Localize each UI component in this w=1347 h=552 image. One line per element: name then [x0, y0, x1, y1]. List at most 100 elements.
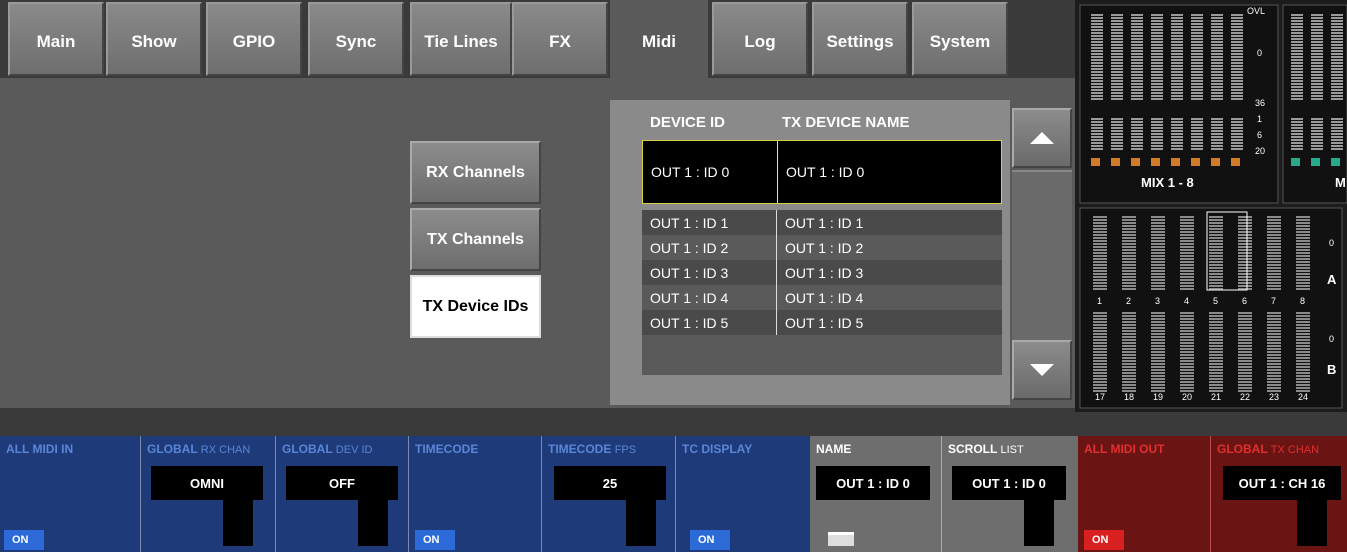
rx-channels-button[interactable]: RX Channels — [410, 141, 541, 204]
meter-segment — [1151, 255, 1165, 257]
tab-midi[interactable]: Midi — [610, 0, 708, 80]
meter-segment — [1331, 56, 1343, 58]
value-knob-stem[interactable] — [626, 500, 656, 546]
meter-segment — [1180, 312, 1194, 314]
meter-segment — [1131, 136, 1143, 138]
meter-segment — [1311, 83, 1323, 85]
meter-segment — [1238, 363, 1252, 365]
tx-channels-button[interactable]: TX Channels — [410, 208, 541, 271]
meter-segment — [1093, 273, 1107, 275]
channel-number: 24 — [1298, 392, 1309, 402]
meter-segment — [1093, 357, 1107, 359]
meter-segment — [1151, 89, 1163, 91]
table-row[interactable]: OUT 1 : ID 1 OUT 1 : ID 1 — [642, 210, 1002, 235]
tab-show[interactable]: Show — [106, 2, 202, 76]
meter-segment — [1122, 339, 1136, 341]
global-tx-chan-value[interactable]: OUT 1 : CH 16 — [1223, 466, 1341, 500]
value-knob-stem[interactable] — [1297, 500, 1327, 546]
meter-segment — [1311, 89, 1323, 91]
meter-segment — [1131, 139, 1143, 141]
meter-segment — [1151, 387, 1165, 389]
meter-segment — [1180, 228, 1194, 230]
timecode-fps-value[interactable]: 25 — [554, 466, 666, 500]
scroll-track[interactable] — [1012, 170, 1072, 340]
meter-segment — [1151, 139, 1163, 141]
scroll-list-value[interactable]: OUT 1 : ID 0 — [952, 466, 1066, 500]
table-row[interactable]: OUT 1 : ID 4 OUT 1 : ID 4 — [642, 285, 1002, 310]
table-row[interactable]: OUT 1 : ID 0 OUT 1 : ID 0 — [642, 140, 1002, 204]
meter-led — [1311, 158, 1320, 166]
meter-segment — [1171, 35, 1183, 37]
tab-gpio[interactable]: GPIO — [206, 2, 302, 76]
tab-main[interactable]: Main — [8, 2, 104, 76]
meter-segment — [1151, 270, 1165, 272]
tx-device-ids-button[interactable]: TX Device IDs — [410, 275, 541, 338]
channel-number: 21 — [1211, 392, 1222, 402]
tab-system[interactable]: System — [912, 2, 1008, 76]
scale-label: 20 — [1255, 146, 1266, 156]
meter-segment — [1180, 387, 1194, 389]
meter-segment — [1122, 276, 1136, 278]
meter-segment — [1122, 318, 1136, 320]
timecode-on-button[interactable]: ON — [415, 530, 455, 550]
global-rx-chan-value[interactable]: OMNI — [151, 466, 263, 500]
scroll-up-button[interactable] — [1012, 108, 1072, 168]
table-row[interactable]: OUT 1 : ID 3 OUT 1 : ID 3 — [642, 260, 1002, 285]
meter-segment — [1231, 14, 1243, 16]
meter-segment — [1331, 17, 1343, 19]
meter-segment — [1180, 315, 1194, 317]
meter-segment — [1191, 133, 1203, 135]
scroll-down-button[interactable] — [1012, 340, 1072, 400]
table-row[interactable]: OUT 1 : ID 2 OUT 1 : ID 2 — [642, 235, 1002, 260]
keyboard-icon[interactable] — [828, 532, 854, 546]
meter-segment — [1122, 228, 1136, 230]
meter-segment — [1231, 44, 1243, 46]
meter-segment — [1131, 47, 1143, 49]
value-knob-stem[interactable] — [223, 500, 253, 546]
tab-tie-lines[interactable]: Tie Lines — [410, 2, 512, 76]
meter-segment — [1091, 68, 1103, 70]
meter-segment — [1122, 387, 1136, 389]
tab-fx[interactable]: FX — [512, 2, 608, 76]
meter-segment — [1311, 127, 1323, 129]
meter-segment — [1131, 53, 1143, 55]
tab-label: GPIO — [232, 32, 276, 51]
tab-sync[interactable]: Sync — [308, 2, 404, 76]
meter-segment — [1191, 89, 1203, 91]
meter-segment — [1296, 357, 1310, 359]
meter-segment — [1267, 261, 1281, 263]
tc-display-cell: TC DISPLAY ON — [676, 436, 810, 552]
tc-display-on-button[interactable]: ON — [690, 530, 730, 550]
meter-segment — [1211, 47, 1223, 49]
meter-segment — [1211, 95, 1223, 97]
meter-segment — [1209, 363, 1223, 365]
meter-segment — [1209, 261, 1223, 263]
meter-segment — [1131, 41, 1143, 43]
meter-segment — [1180, 363, 1194, 365]
table-row[interactable]: OUT 1 : ID 5 OUT 1 : ID 5 — [642, 310, 1002, 335]
meter-segment — [1211, 26, 1223, 28]
all-midi-in-on-button[interactable]: ON — [4, 530, 44, 550]
meter-segment — [1180, 255, 1194, 257]
tab-settings[interactable]: Settings — [812, 2, 908, 76]
global-dev-id-value[interactable]: OFF — [286, 466, 398, 500]
meter-segment — [1111, 38, 1123, 40]
meter-segment — [1211, 74, 1223, 76]
tab-log[interactable]: Log — [712, 2, 808, 76]
all-midi-out-on-button[interactable]: ON — [1084, 530, 1124, 550]
meter-segment — [1267, 276, 1281, 278]
meter-segment — [1180, 378, 1194, 380]
meter-segment — [1180, 216, 1194, 218]
meter-segment — [1191, 62, 1203, 64]
meter-segment — [1291, 148, 1303, 150]
value-knob-stem[interactable] — [1024, 500, 1054, 546]
meter-segment — [1131, 83, 1143, 85]
meter-segment — [1238, 327, 1252, 329]
name-value[interactable]: OUT 1 : ID 0 — [816, 466, 930, 500]
meter-segment — [1231, 26, 1243, 28]
meter-segment — [1131, 118, 1143, 120]
value-knob-stem[interactable] — [358, 500, 388, 546]
meter-segment — [1231, 56, 1243, 58]
meter-segment — [1231, 23, 1243, 25]
meter-segment — [1209, 381, 1223, 383]
